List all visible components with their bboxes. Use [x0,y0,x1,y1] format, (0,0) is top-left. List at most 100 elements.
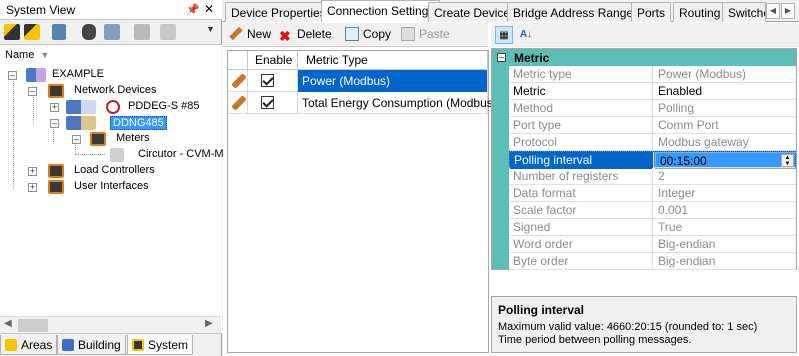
tree-label: Circutor - CVM-M [138,148,224,160]
property-row[interactable]: Polling interval 00:15:00 ▲ ▼ [509,151,797,169]
tab-switches[interactable]: Switche [722,2,766,22]
expand-icon[interactable]: + [50,103,59,112]
scroll-right-icon[interactable]: ▶ [205,318,213,329]
delete-button[interactable]: ✖ Delete [279,27,332,44]
close-icon[interactable]: ✕ [204,2,214,16]
tab-device-properties[interactable]: Device Properties [225,2,332,22]
tree-item-load-controllers[interactable]: + Load Controllers [0,163,220,179]
tab-bridge-address-ranges[interactable]: Bridge Address Ranges [507,2,646,22]
description-line: Time period between polling messages. [498,334,692,346]
scrollbar-thumb[interactable] [18,319,48,332]
property-value: Modbus gateway [658,135,749,149]
tree-item-example[interactable]: – EXAMPLE [0,67,220,83]
property-row[interactable]: Scale factor 0.001 [509,202,796,219]
expand-icon[interactable]: + [28,167,37,176]
tab-ports[interactable]: Ports [631,2,672,22]
network-devices-icon [48,84,64,98]
property-value: 2 [658,169,665,183]
tab-routing[interactable]: Routing [673,2,727,22]
spin-updown-icon[interactable]: ▲ ▼ [781,154,794,167]
tab-connection-settings[interactable]: Connection Settings [321,0,441,23]
property-value: Big-endian [658,254,716,268]
tree-horizontal-scrollbar[interactable]: ◀ ▶ [0,316,221,333]
enable-cell[interactable] [248,92,298,114]
metric-type-cell[interactable]: Total Energy Consumption (Modbus) [298,92,497,114]
metrics-toolbar: New ✖ Delete Copy Paste [223,23,488,47]
property-row[interactable]: Signed True [509,219,796,236]
find-icon[interactable] [82,24,96,40]
row-header[interactable] [228,92,248,114]
property-row[interactable]: Metric type Power (Modbus) [509,66,796,83]
collapse-icon[interactable]: – [8,71,17,80]
calculator-icon[interactable] [104,24,120,40]
property-key: Word order [509,236,653,253]
column-header-enable[interactable]: Enable [248,51,298,70]
table-row[interactable]: Total Energy Consumption (Modbus) [228,92,497,114]
property-row[interactable]: Data format Integer [509,185,796,202]
properties-icon[interactable] [160,24,176,40]
row-header[interactable] [228,70,248,92]
import-icon[interactable] [24,24,40,40]
collapse-icon[interactable]: – [50,119,59,128]
metric-type-cell[interactable]: Power (Modbus) [298,70,488,92]
table-row[interactable]: Power (Modbus) [228,70,488,92]
tree-item-user-interfaces[interactable]: + User Interfaces [0,179,220,195]
folder-icon [48,164,64,178]
tree-label: Meters [116,132,150,144]
tab-scroll-left-icon[interactable]: ◀ [766,3,780,19]
pin-icon[interactable]: 📌 [186,3,200,16]
bottom-tab-system[interactable]: System [127,335,194,355]
view-options-icon[interactable] [52,24,66,40]
property-value[interactable]: Enabled [654,83,796,100]
property-grid: – Metric Metric type Power (Modbus) Metric… [491,48,797,270]
property-row[interactable]: Method Polling [509,100,796,117]
tree-item-network-devices[interactable]: – Network Devices [0,83,220,99]
tree-item-circutor[interactable]: Circutor - CVM-M [0,147,224,163]
copy-button[interactable]: Copy [345,27,391,41]
toolbar-overflow-icon[interactable]: ▼ [206,24,216,40]
scroll-left-icon[interactable]: ◀ [4,318,12,329]
tab-scroll-right-icon[interactable]: ▶ [781,3,795,19]
property-value: True [658,220,683,234]
description-line: Maximum valid value: 4660:20:15 (rounded… [498,321,758,333]
property-key: Signed [509,219,653,236]
expand-icon[interactable]: + [28,183,37,192]
new-button[interactable]: New [229,26,271,41]
property-row[interactable]: Port type Comm Port [509,117,796,134]
property-row[interactable]: Metric Enabled [509,83,796,100]
paste-button[interactable]: Paste [401,27,450,41]
property-row[interactable]: Protocol Modbus gateway [509,134,796,151]
edit-icon[interactable] [134,24,150,40]
tree-label: EXAMPLE [52,68,104,80]
property-row[interactable]: Number of registers 2 [509,168,796,185]
sort-alphabetical-icon[interactable]: A↓ [517,26,535,44]
tree-item-meters[interactable]: – Meters [0,131,220,147]
tab-create-device[interactable]: Create Device [428,2,517,22]
tree-header[interactable]: Name ▼ [5,49,49,61]
property-value[interactable]: 00:15:00 ▲ ▼ [655,152,797,169]
property-key: Number of registers [509,168,653,185]
collapse-icon[interactable]: – [72,135,81,144]
property-key: Port type [509,117,653,134]
tree-item-ddng485[interactable]: – DDNG485 [0,115,220,131]
add-device-icon[interactable] [4,24,20,40]
bottom-tab-building[interactable]: Building [57,335,126,355]
enable-cell[interactable] [248,70,298,92]
property-key: Metric [509,83,653,100]
tree-item-pddeg[interactable]: + PDDEG-S #85 [0,99,220,115]
collapse-icon[interactable]: – [28,87,37,96]
category-header-metric[interactable]: – Metric [492,49,796,66]
bottom-tab-areas[interactable]: Areas [0,335,58,355]
property-row[interactable]: Byte order Big-endian [509,253,796,270]
enable-checkbox[interactable] [261,96,274,109]
categorized-view-icon[interactable]: ▦ [495,26,513,44]
tree-label: User Interfaces [74,180,149,192]
folder-icon [48,180,64,194]
enable-checkbox[interactable] [261,74,274,87]
property-key: Scale factor [509,202,653,219]
property-row[interactable]: Word order Big-endian [509,236,796,253]
column-header-metric-type[interactable]: Metric Type [298,51,488,70]
collapse-icon[interactable]: – [497,53,506,62]
system-view-toolbar: ▼ [0,21,222,43]
property-key: Data format [509,185,653,202]
